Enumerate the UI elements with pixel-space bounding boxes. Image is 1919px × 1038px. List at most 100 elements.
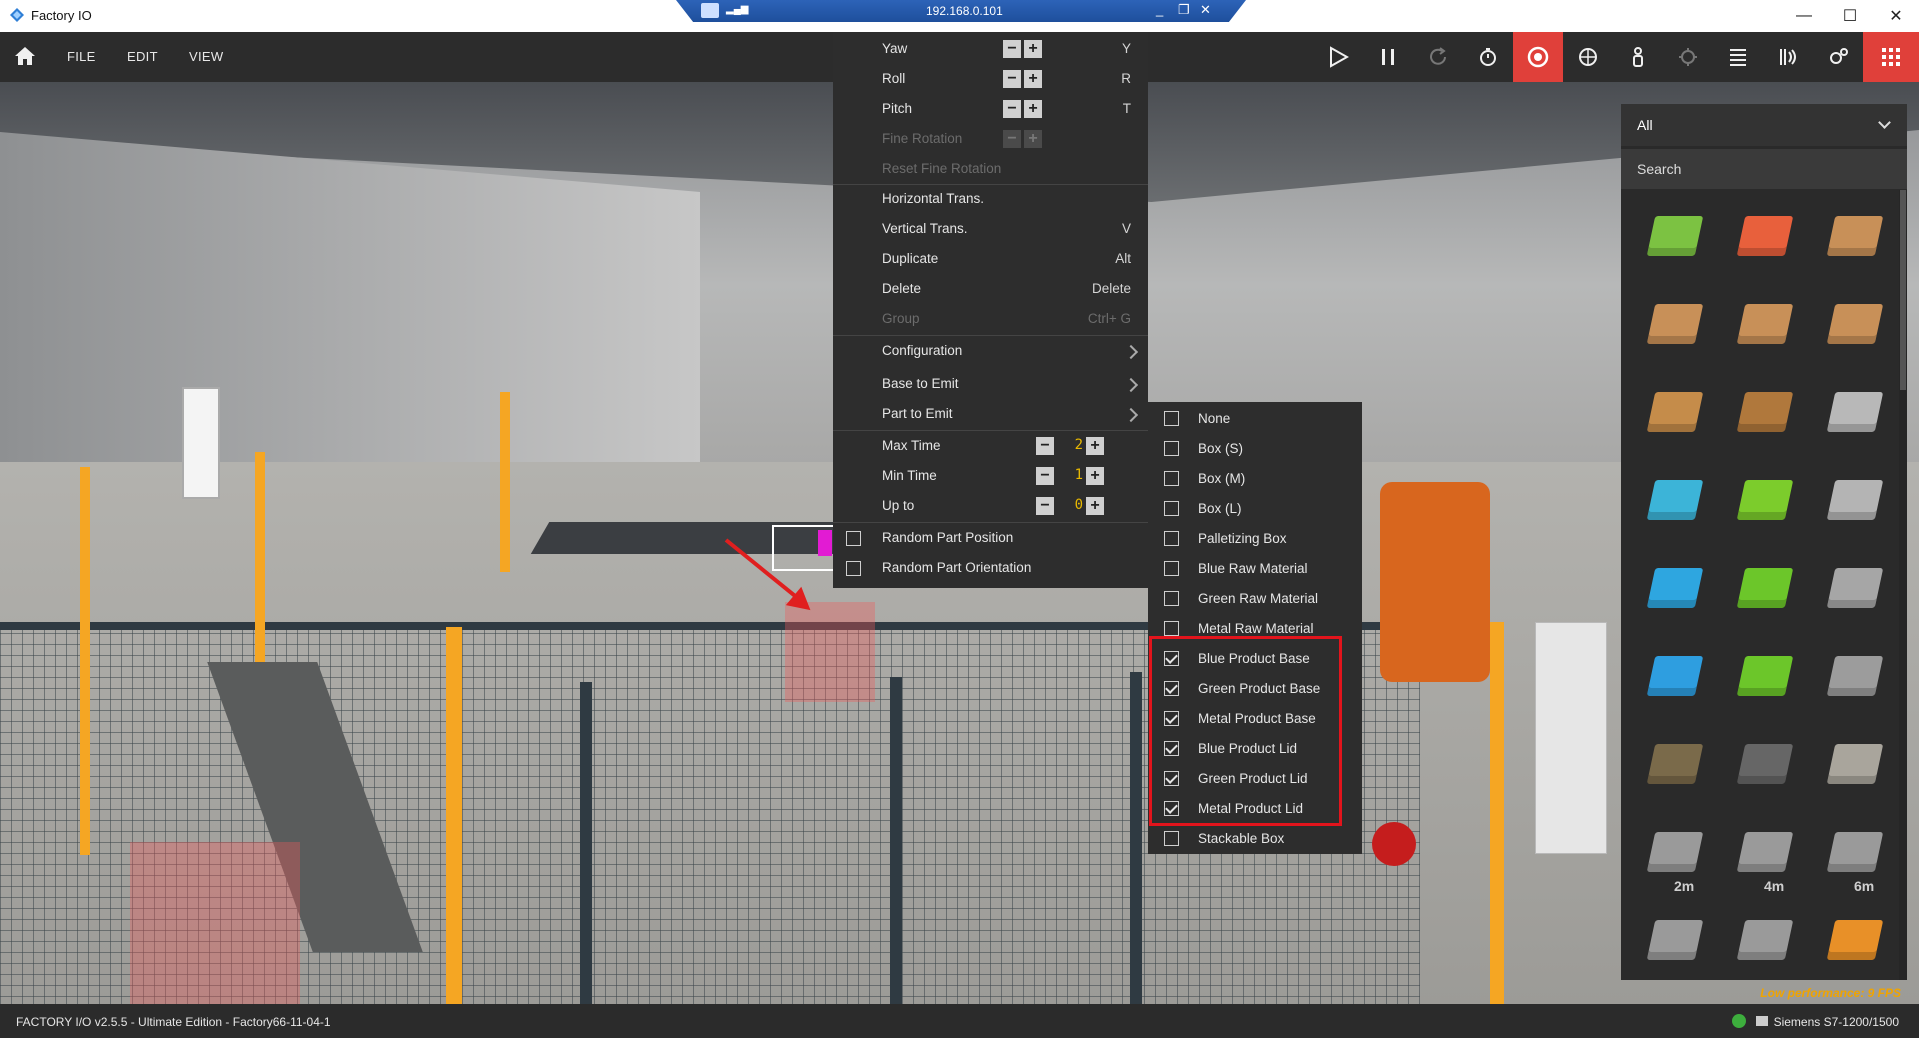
plate-part[interactable] bbox=[1809, 724, 1899, 812]
search-input[interactable]: Search bbox=[1621, 149, 1907, 189]
part-option-checkbox[interactable] bbox=[1164, 651, 1179, 666]
part-option[interactable]: Stackable Box bbox=[1148, 824, 1362, 854]
list-icon[interactable] bbox=[1713, 32, 1763, 82]
part-option-checkbox[interactable] bbox=[1164, 801, 1179, 816]
scrollbar-thumb[interactable] bbox=[1900, 190, 1906, 390]
delete-item[interactable]: Delete Delete bbox=[833, 275, 1148, 303]
palette-icon[interactable] bbox=[1563, 32, 1613, 82]
part-option[interactable]: Metal Product Lid bbox=[1148, 794, 1362, 824]
camera-icon[interactable] bbox=[1663, 32, 1713, 82]
part-option-checkbox[interactable] bbox=[1164, 531, 1179, 546]
horizontal-trans-item[interactable]: Horizontal Trans. bbox=[833, 185, 1148, 213]
green-product-base-part[interactable] bbox=[1719, 548, 1809, 636]
roller-conveyor-part[interactable] bbox=[1629, 724, 1719, 812]
max-time-plus-button[interactable]: + bbox=[1086, 437, 1104, 455]
blue-raw-material-part[interactable] bbox=[1629, 460, 1719, 548]
pitch-item[interactable]: Pitch − + T bbox=[833, 95, 1148, 123]
part-option-checkbox[interactable] bbox=[1164, 831, 1179, 846]
emitter-part[interactable] bbox=[1629, 196, 1719, 284]
settings-icon[interactable] bbox=[1813, 32, 1863, 82]
menu-view[interactable]: VIEW bbox=[189, 49, 223, 64]
tall-box-part[interactable] bbox=[1809, 284, 1899, 372]
part-option[interactable]: Blue Product Lid bbox=[1148, 734, 1362, 764]
part-option[interactable]: Palletizing Box bbox=[1148, 524, 1362, 554]
part-option-checkbox[interactable] bbox=[1164, 591, 1179, 606]
roll-minus-button[interactable]: − bbox=[1003, 70, 1021, 88]
category-dropdown[interactable]: All bbox=[1621, 104, 1907, 146]
part-option-checkbox[interactable] bbox=[1164, 441, 1179, 456]
maximize-button[interactable]: ☐ bbox=[1827, 0, 1873, 32]
random-part-orientation-checkbox[interactable] bbox=[846, 561, 861, 576]
max-time-minus-button[interactable]: − bbox=[1036, 437, 1054, 455]
medium-box-part[interactable] bbox=[1629, 284, 1719, 372]
max-time-value[interactable]: 2 bbox=[1057, 437, 1083, 455]
green-raw-material-part[interactable] bbox=[1719, 460, 1809, 548]
part-option[interactable]: Metal Raw Material bbox=[1148, 614, 1362, 644]
figure-icon[interactable] bbox=[1613, 32, 1663, 82]
part-option[interactable]: Green Raw Material bbox=[1148, 584, 1362, 614]
part-option[interactable]: Box (S) bbox=[1148, 434, 1362, 464]
part-to-emit-item[interactable]: Part to Emit bbox=[833, 400, 1148, 428]
sensor-icon[interactable] bbox=[1763, 32, 1813, 82]
part-option-checkbox[interactable] bbox=[1164, 771, 1179, 786]
curve-part[interactable] bbox=[1629, 900, 1719, 988]
blue-product-base-part[interactable] bbox=[1629, 548, 1719, 636]
menu-file[interactable]: FILE bbox=[67, 49, 96, 64]
small-box-part[interactable] bbox=[1809, 196, 1899, 284]
part-option-checkbox[interactable] bbox=[1164, 621, 1179, 636]
pause-icon[interactable] bbox=[1363, 32, 1413, 82]
menu-edit[interactable]: EDIT bbox=[127, 49, 158, 64]
home-icon[interactable] bbox=[14, 46, 36, 66]
edit-mode-icon[interactable] bbox=[1513, 32, 1563, 82]
remover-part[interactable] bbox=[1719, 196, 1809, 284]
part-option-checkbox[interactable] bbox=[1164, 711, 1179, 726]
curved-roller-part[interactable] bbox=[1719, 900, 1809, 988]
timer-icon[interactable] bbox=[1463, 32, 1513, 82]
remote-restore-button[interactable]: ❐ bbox=[1178, 2, 1190, 18]
blue-product-lid-part[interactable] bbox=[1629, 636, 1719, 724]
stopper-part[interactable] bbox=[1809, 900, 1899, 988]
pitch-minus-button[interactable]: − bbox=[1003, 100, 1021, 118]
up-to-minus-button[interactable]: − bbox=[1036, 497, 1054, 515]
random-part-position-checkbox[interactable] bbox=[846, 531, 861, 546]
roll-item[interactable]: Roll − + R bbox=[833, 65, 1148, 93]
panel-scrollbar[interactable] bbox=[1899, 190, 1907, 980]
roller-2m-part[interactable]: 2m bbox=[1629, 812, 1719, 900]
metal-raw-material-part[interactable] bbox=[1809, 460, 1899, 548]
play-icon[interactable] bbox=[1313, 32, 1363, 82]
reset-icon[interactable] bbox=[1413, 32, 1463, 82]
roll-plus-button[interactable]: + bbox=[1024, 70, 1042, 88]
random-part-orientation-item[interactable]: Random Part Orientation bbox=[833, 554, 1148, 582]
part-option-checkbox[interactable] bbox=[1164, 681, 1179, 696]
remote-minimize-button[interactable]: _ bbox=[1156, 2, 1163, 17]
vertical-trans-item[interactable]: Vertical Trans. V bbox=[833, 215, 1148, 243]
part-option[interactable]: Metal Product Base bbox=[1148, 704, 1362, 734]
pitch-plus-button[interactable]: + bbox=[1024, 100, 1042, 118]
part-option-checkbox[interactable] bbox=[1164, 411, 1179, 426]
part-option[interactable]: Green Product Base bbox=[1148, 674, 1362, 704]
metal-product-base-part[interactable] bbox=[1809, 548, 1899, 636]
large-box-part[interactable] bbox=[1719, 284, 1809, 372]
min-time-plus-button[interactable]: + bbox=[1086, 467, 1104, 485]
part-option[interactable]: Box (M) bbox=[1148, 464, 1362, 494]
part-option-checkbox[interactable] bbox=[1164, 741, 1179, 756]
base-to-emit-item[interactable]: Base to Emit bbox=[833, 370, 1148, 398]
part-option[interactable]: Blue Product Base bbox=[1148, 644, 1362, 674]
driver-name[interactable]: Siemens S7-1200/1500 bbox=[1774, 1015, 1899, 1029]
crate-part[interactable] bbox=[1809, 372, 1899, 460]
part-option[interactable]: None bbox=[1148, 404, 1362, 434]
up-to-value[interactable]: 0 bbox=[1057, 497, 1083, 515]
yaw-plus-button[interactable]: + bbox=[1024, 40, 1042, 58]
parts-grid-icon[interactable] bbox=[1863, 32, 1919, 82]
close-button[interactable]: ✕ bbox=[1873, 0, 1919, 32]
part-option[interactable]: Blue Raw Material bbox=[1148, 554, 1362, 584]
belt-conveyor-part[interactable] bbox=[1719, 724, 1809, 812]
roller-4m-part[interactable]: 4m bbox=[1719, 812, 1809, 900]
part-option-checkbox[interactable] bbox=[1164, 501, 1179, 516]
pallet-part[interactable] bbox=[1629, 372, 1719, 460]
random-part-position-item[interactable]: Random Part Position bbox=[833, 524, 1148, 552]
min-time-minus-button[interactable]: − bbox=[1036, 467, 1054, 485]
pallet-stack-part[interactable] bbox=[1719, 372, 1809, 460]
part-option[interactable]: Box (L) bbox=[1148, 494, 1362, 524]
yaw-item[interactable]: Yaw − + Y bbox=[833, 35, 1148, 63]
